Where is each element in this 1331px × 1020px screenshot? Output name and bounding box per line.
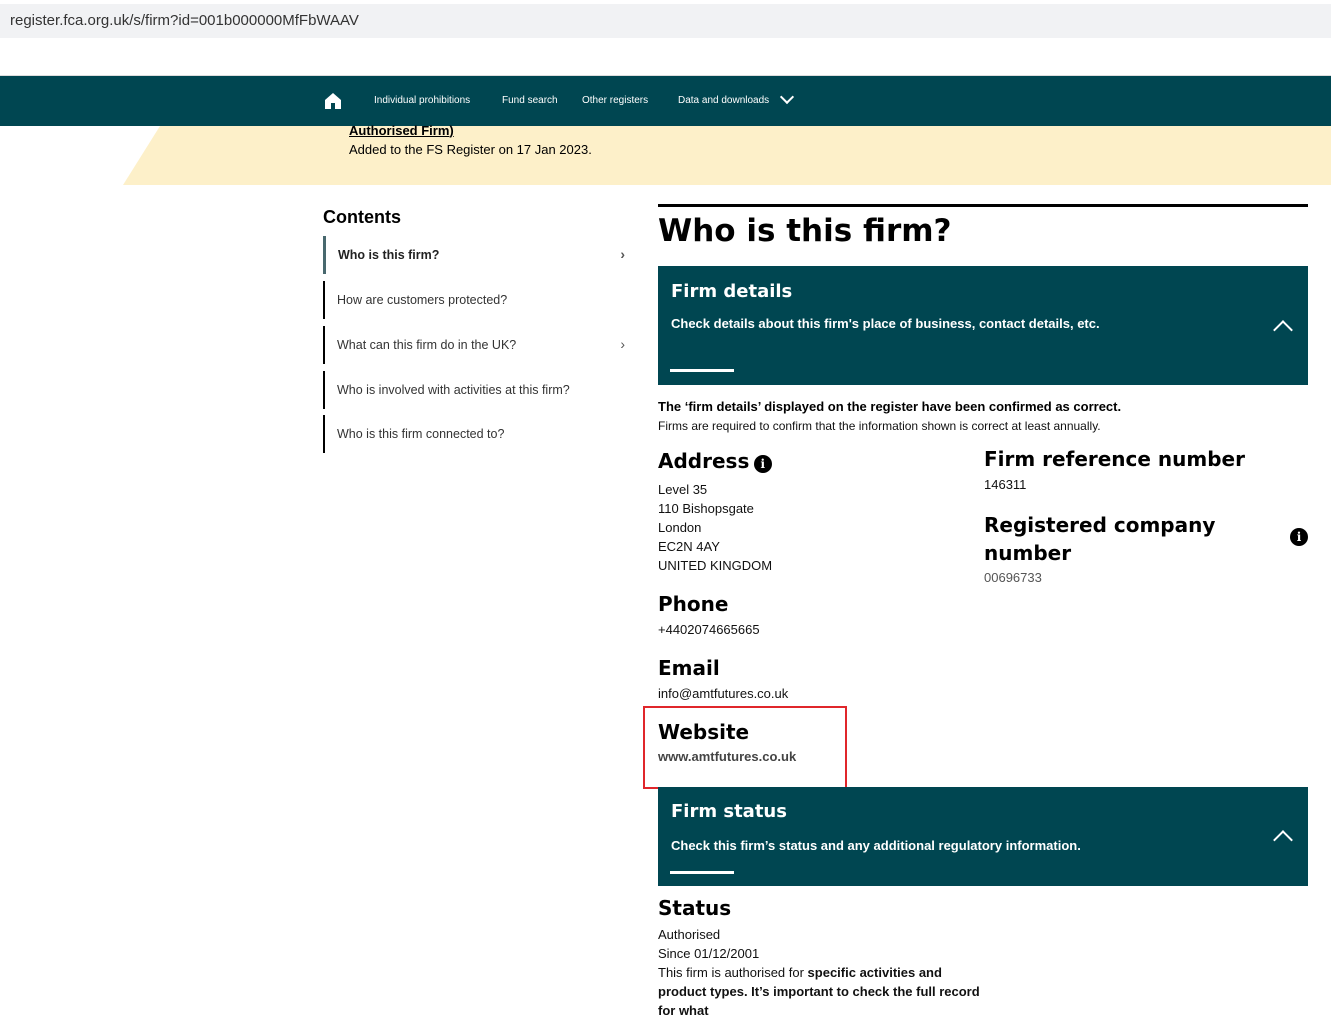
panel-subtitle: Check this firm’s status and any additio… — [671, 838, 1081, 853]
toc-label: How are customers protected? — [337, 293, 508, 307]
paren: ) — [449, 123, 454, 138]
banner-status-line: Authorised Firm) — [349, 123, 454, 138]
chevron-up-icon[interactable] — [1273, 830, 1293, 850]
address-line: Level 35 — [658, 482, 708, 497]
address-label: Address — [658, 449, 750, 473]
status-description: This firm is authorised for specific act… — [658, 963, 988, 1020]
nav-data-and-downloads[interactable]: Data and downloads — [678, 95, 769, 106]
company-label: Registered company number — [984, 513, 1216, 565]
toc-who-is-involved[interactable]: Who is involved with activities at this … — [323, 371, 633, 409]
panel-title: Firm status — [671, 801, 787, 822]
confirm-text: Firms are required to confirm that the i… — [658, 419, 1101, 433]
toc-customers-protected[interactable]: How are customers protected? — [323, 281, 633, 319]
website-label: Website — [658, 720, 750, 744]
status-value: Authorised — [658, 927, 721, 942]
status-since: Since 01/12/2001 — [658, 946, 760, 961]
panel-underline — [670, 871, 734, 874]
desc-text: This firm is authorised for — [658, 965, 808, 980]
firm-status-panel[interactable]: Firm status Check this firm’s status and… — [658, 787, 1308, 886]
chevron-right-icon: › — [620, 246, 625, 262]
address-line: 110 Bishopsgate — [658, 501, 754, 516]
website-link[interactable]: www.amtfutures.co.uk — [658, 749, 796, 764]
toc-connected-to[interactable]: Who is this firm connected to? — [323, 415, 633, 453]
frn-label: Firm reference number — [984, 447, 1245, 471]
nav-individual-prohibitions[interactable]: Individual prohibitions — [374, 95, 470, 106]
panel-underline — [670, 369, 734, 372]
status-label: Status — [658, 896, 732, 920]
email-label: Email — [658, 656, 720, 680]
info-icon[interactable]: i — [1290, 528, 1308, 546]
address-value: Level 35 110 Bishopsgate London EC2N 4AY… — [658, 480, 772, 575]
highlight-box — [643, 706, 847, 789]
firm-details-panel[interactable]: Firm details Check details about this fi… — [658, 266, 1308, 385]
toc-label: What can this firm do in the UK? — [337, 338, 517, 352]
contents-title: Contents — [323, 207, 401, 227]
address-line: EC2N 4AY — [658, 539, 720, 554]
authorised-firm-link[interactable]: Authorised Firm — [349, 123, 449, 138]
nav-fund-search[interactable]: Fund search — [502, 95, 558, 106]
toc-label: Who is this firm? — [338, 248, 440, 262]
address-line: London — [658, 520, 702, 535]
added-date: Added to the FS Register on 17 Jan 2023. — [349, 142, 592, 157]
nav-other-registers[interactable]: Other registers — [582, 95, 648, 106]
panel-subtitle: Check details about this firm's place of… — [671, 316, 1100, 331]
confirm-bold: The ‘firm details’ displayed on the regi… — [658, 399, 1122, 414]
top-nav: Individual prohibitions Fund search Othe… — [0, 75, 1331, 126]
phone-label: Phone — [658, 592, 729, 616]
company-number-link[interactable]: 00696733 — [984, 568, 1042, 587]
status-banner — [123, 126, 1331, 185]
toc-label: Who is this firm connected to? — [337, 427, 505, 441]
chevron-up-icon[interactable] — [1273, 320, 1293, 340]
email-value: info@amtfutures.co.uk — [658, 686, 789, 701]
frn-value: 146311 — [984, 477, 1027, 492]
home-icon[interactable] — [324, 92, 342, 110]
page-title: Who is this firm? — [658, 204, 1308, 249]
toc-what-can-firm-do[interactable]: What can this firm do in the UK? › — [323, 326, 633, 364]
chevron-down-icon[interactable] — [779, 89, 795, 105]
phone-value: +4402074665665 — [658, 622, 760, 637]
info-icon[interactable]: i — [753, 455, 772, 473]
panel-title: Firm details — [671, 281, 793, 302]
toc-label: Who is involved with activities at this … — [337, 383, 570, 397]
chevron-right-icon: › — [620, 336, 625, 352]
address-bar[interactable]: register.fca.org.uk/s/firm?id=001b000000… — [0, 4, 1331, 38]
address-line: UNITED KINGDOM — [658, 558, 773, 573]
toc-who-is-this-firm[interactable]: Who is this firm? › — [323, 236, 633, 274]
